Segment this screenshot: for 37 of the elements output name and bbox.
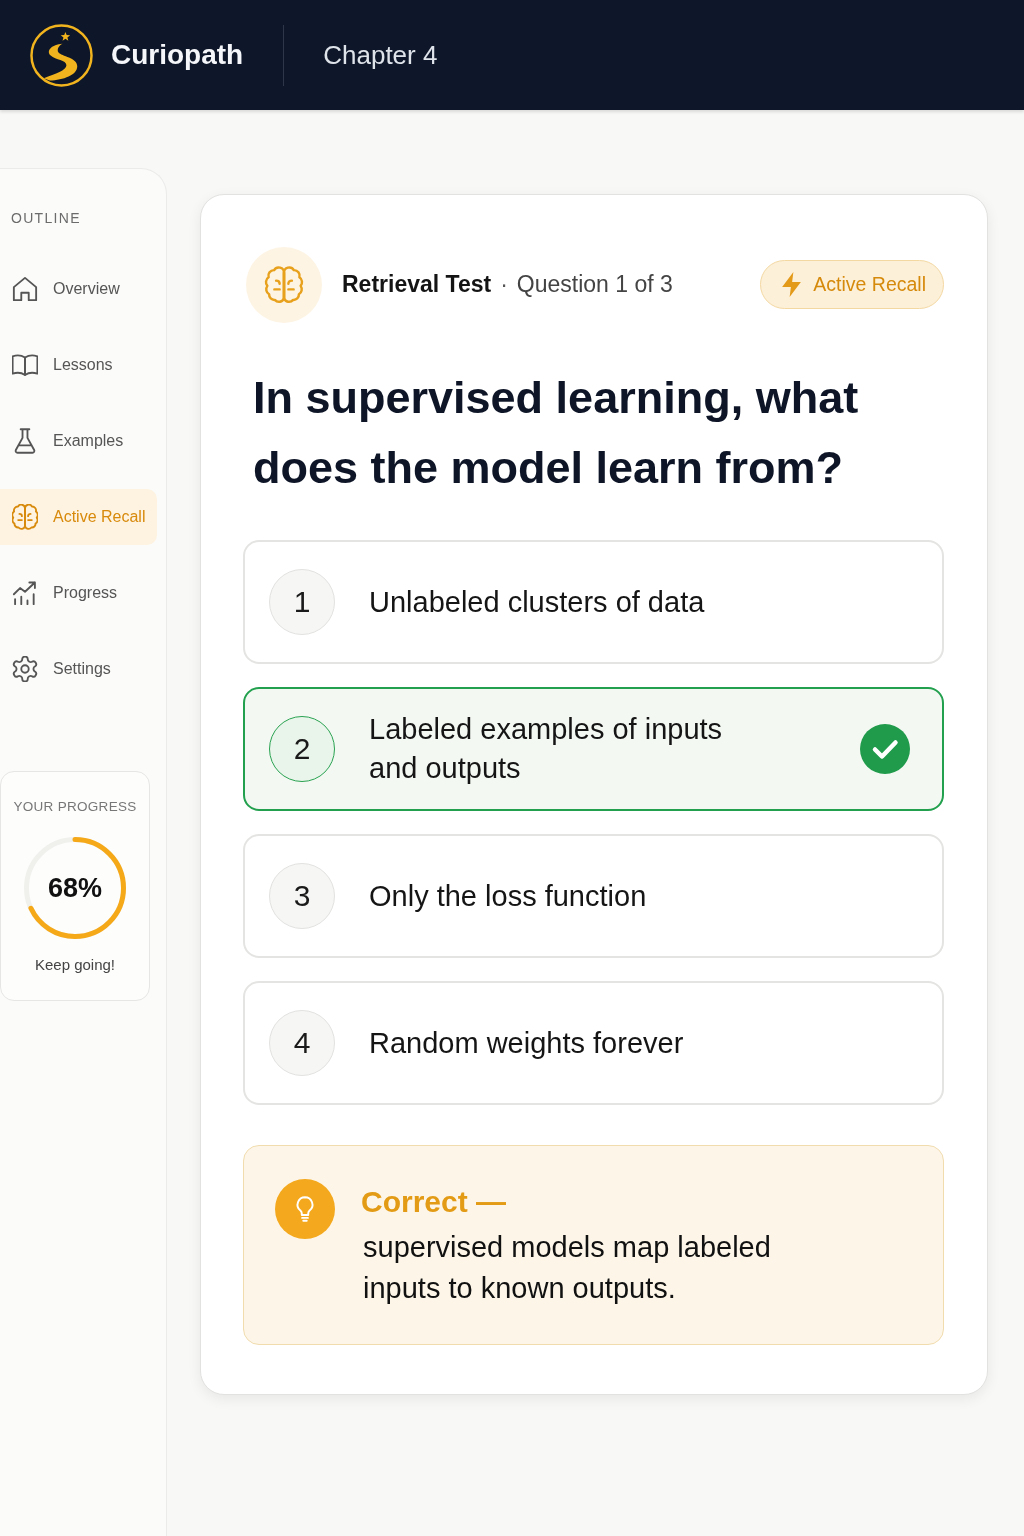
gear-icon (12, 656, 38, 682)
question-text: In supervised learning, what does the model learn from? (253, 371, 860, 495)
option-number: 1 (269, 569, 335, 635)
home-icon (12, 276, 38, 302)
lightbulb-icon (275, 1179, 335, 1239)
check-icon (860, 724, 910, 774)
question-counter: Question 1 of 3 (516, 271, 673, 298)
nav-item[interactable]: Progress (0, 565, 157, 621)
progress-percent: 68% (48, 872, 102, 904)
option-number: 2 (269, 716, 335, 782)
brand-name: Curiopath (111, 39, 244, 71)
title-separator: · (500, 271, 508, 298)
quiz-title: Retrieval Test (342, 271, 492, 298)
answer-option[interactable]: 3 Only the loss function (243, 834, 944, 958)
nav-item[interactable]: Examples (0, 413, 157, 469)
chart-icon (12, 580, 38, 606)
nav-item[interactable]: Overview (0, 261, 157, 317)
nav-item[interactable]: Settings (0, 641, 157, 697)
feedback-text: supervised models map labeled inputs to known outputs. (363, 1230, 772, 1306)
flask-icon (12, 428, 38, 454)
outline-heading: OUTLINE (11, 209, 81, 227)
feedback-title: Correct — (361, 1184, 507, 1220)
option-number: 3 (269, 863, 335, 929)
mode-label: Active Recall (813, 273, 926, 296)
answer-option[interactable]: 2 Labeled examples of inputs and outputs (243, 687, 944, 811)
answer-option[interactable]: 1 Unlabeled clusters of data (243, 540, 944, 664)
book-icon (12, 352, 38, 378)
progress-caption: Keep going! (34, 956, 116, 974)
lightning-icon (782, 272, 802, 297)
brain-icon (246, 246, 322, 323)
nav-item[interactable]: Lessons (0, 337, 157, 393)
chapter-title: Chapter 4 (323, 39, 438, 71)
option-number: 4 (269, 1010, 335, 1076)
progress-label: YOUR PROGRESS (13, 799, 137, 815)
brain-icon (12, 504, 38, 530)
answer-option[interactable]: 4 Random weights forever (243, 981, 944, 1105)
logo-icon (30, 23, 93, 87)
